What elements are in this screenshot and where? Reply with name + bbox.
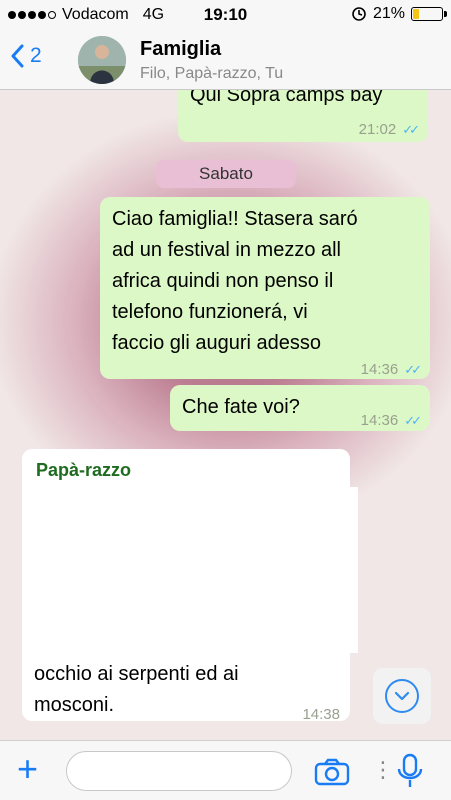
message-input[interactable]: [66, 751, 292, 791]
status-bar: Vodacom 4G 19:10 21%: [0, 0, 451, 30]
message-time: 14:38: [302, 706, 340, 723]
back-count: 2: [30, 44, 42, 67]
back-chevron-icon: [11, 44, 24, 68]
chat-area[interactable]: Qui Sopra camps bay 21:02 ✓✓ Sabato Ciao…: [0, 90, 451, 740]
battery-icon: [411, 7, 447, 21]
divider: ⋮: [372, 757, 394, 782]
microphone-icon[interactable]: [396, 753, 424, 789]
chat-participants[interactable]: Filo, Papà-razzo, Tu: [140, 65, 283, 83]
media-preview[interactable]: [32, 487, 358, 653]
message-line: telefono funzionerá, vi: [112, 301, 308, 323]
message-time: 14:36: [360, 361, 399, 378]
scroll-down-icon: [385, 679, 419, 713]
sender-name: Papà-razzo: [36, 460, 132, 480]
message-text: Che fate voi?: [182, 396, 300, 418]
outgoing-message[interactable]: Che fate voi? 14:36 ✓✓: [170, 385, 430, 431]
group-avatar[interactable]: [78, 36, 126, 84]
outgoing-message[interactable]: Qui Sopra camps bay 21:02 ✓✓: [178, 90, 428, 142]
input-bar: + ⋮: [0, 740, 451, 800]
message-line: occhio ai serpenti ed ai: [34, 663, 239, 685]
scroll-to-bottom-button[interactable]: [373, 668, 431, 724]
message-line: mosconi.: [34, 694, 115, 716]
battery-percent: 21%: [372, 5, 405, 22]
plus-icon[interactable]: +: [17, 751, 38, 787]
message-text: Qui Sopra camps bay: [190, 90, 383, 106]
double-check-icon: ✓✓: [404, 413, 422, 428]
chat-title[interactable]: Famiglia: [140, 38, 221, 61]
message-line: africa quindi non penso il: [112, 270, 334, 292]
incoming-message[interactable]: Papà-razzo occhio ai serpenti ed ai mosc…: [22, 449, 358, 723]
back-button[interactable]: 2: [10, 44, 42, 68]
message-line: ad un festival in mezzo all: [112, 239, 342, 261]
message-text: Ciao famiglia!! Stasera saró ad un festi…: [112, 204, 358, 359]
message-line: Ciao famiglia!! Stasera saró: [112, 208, 358, 230]
message-time: 21:02: [358, 121, 397, 138]
message-line: faccio gli auguri adesso: [112, 332, 322, 354]
double-check-icon: ✓✓: [402, 122, 420, 137]
camera-icon[interactable]: [314, 758, 350, 786]
alarm-icon: [352, 7, 366, 21]
outgoing-message[interactable]: Ciao famiglia!! Stasera saró ad un festi…: [100, 197, 430, 379]
double-check-icon: ✓✓: [404, 362, 422, 377]
chat-header: 2 Famiglia Filo, Papà-razzo, Tu: [0, 30, 451, 90]
message-time: 14:36: [360, 412, 399, 429]
message-text: occhio ai serpenti ed ai mosconi.: [34, 659, 239, 721]
date-separator: Sabato: [156, 160, 296, 188]
